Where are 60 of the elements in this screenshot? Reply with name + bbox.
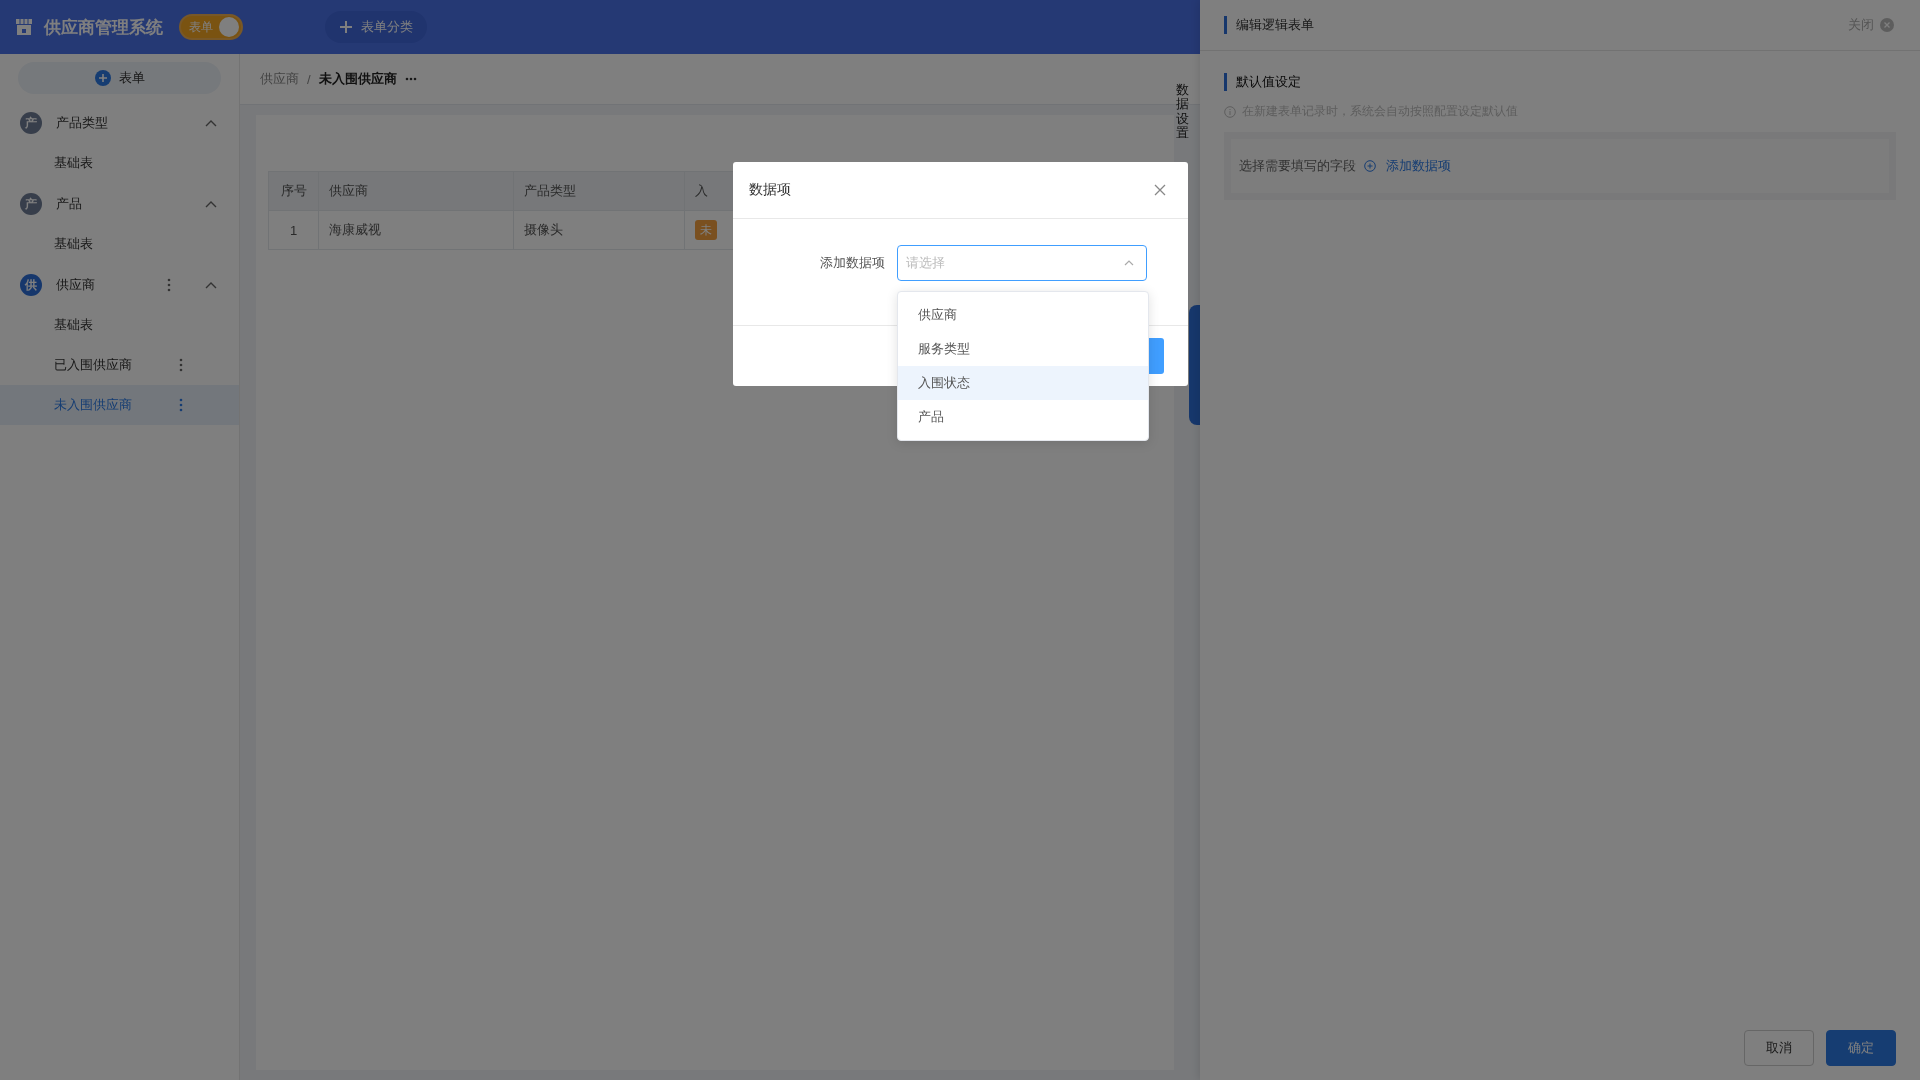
dropdown-option[interactable]: 服务类型 [898,332,1148,366]
item-label: 已入围供应商 [54,356,133,374]
plus-icon [339,20,353,34]
group-avatar: 产 [20,112,42,134]
dropdown-option[interactable]: 产品 [898,400,1148,434]
column-header: 产品类型 [513,171,685,211]
item-label: 基础表 [54,316,94,334]
item-label: 基础表 [54,235,94,253]
more-icon[interactable] [179,358,183,372]
table-cell: 摄像头 [513,210,685,250]
table-cell: 海康威视 [318,210,514,250]
app-title: 供应商管理系统 [44,16,163,39]
dialog-title: 数据项 [749,181,791,199]
breadcrumb-item[interactable]: 供应商 [260,70,299,88]
add-data-item-link[interactable]: 添加数据项 [1364,157,1451,175]
add-category-button[interactable]: 表单分类 [325,11,427,43]
drawer-title: 编辑逻辑表单 [1224,16,1314,34]
group-avatar: 产 [20,193,42,215]
more-icon[interactable] [167,278,171,292]
plus-circle-icon [94,70,111,86]
menu-item[interactable]: 已入围供应商 [0,345,239,385]
group-avatar: 供 [20,274,42,296]
chevron-icon [1124,260,1134,266]
more-icon[interactable] [404,77,417,81]
table-cell: 1 [268,210,319,250]
column-header: 供应商 [318,171,514,211]
breadcrumb-item[interactable]: 未入围供应商 [318,70,397,88]
group-label: 产品 [56,195,83,213]
dropdown-option[interactable]: 供应商 [898,298,1148,332]
field-label: 添加数据项 [819,254,885,272]
menu-item[interactable]: 基础表 [0,224,239,264]
item-label: 基础表 [54,154,94,172]
plus-circle-icon [1364,160,1376,172]
status-tag: 未 [695,219,717,240]
close-icon[interactable] [1154,184,1166,196]
dropdown-option[interactable]: 入围状态 [898,366,1148,400]
item-label: 未入围供应商 [54,396,133,414]
menu-group[interactable]: 产 产品 [0,183,239,224]
confirm-button[interactable]: 确定 [1826,1030,1896,1066]
chevron-icon[interactable] [205,281,217,289]
column-header: 序号 [268,171,319,211]
field-prompt: 选择需要填写的字段 [1239,157,1356,175]
menu-group[interactable]: 产 产品类型 [0,102,239,143]
close-icon [1880,18,1894,32]
info-icon [1224,105,1236,118]
cancel-button[interactable]: 取消 [1744,1030,1814,1066]
menu-item[interactable]: 基础表 [0,305,239,345]
group-label: 产品类型 [56,114,109,132]
chevron-icon[interactable] [205,200,217,208]
chevron-icon[interactable] [205,119,217,127]
add-form-button[interactable]: 表单 [18,62,221,94]
menu-item[interactable]: 基础表 [0,143,239,183]
more-icon[interactable] [179,398,183,412]
breadcrumb-separator: / [307,71,311,87]
section-title: 默认值设定 [1224,73,1896,91]
group-label: 供应商 [56,276,96,294]
menu-group[interactable]: 供 供应商 [0,264,239,305]
data-settings-tab[interactable]: 数据设置 [1176,83,1189,141]
menu-item[interactable]: 未入围供应商 [0,385,239,425]
store-icon [14,17,34,37]
